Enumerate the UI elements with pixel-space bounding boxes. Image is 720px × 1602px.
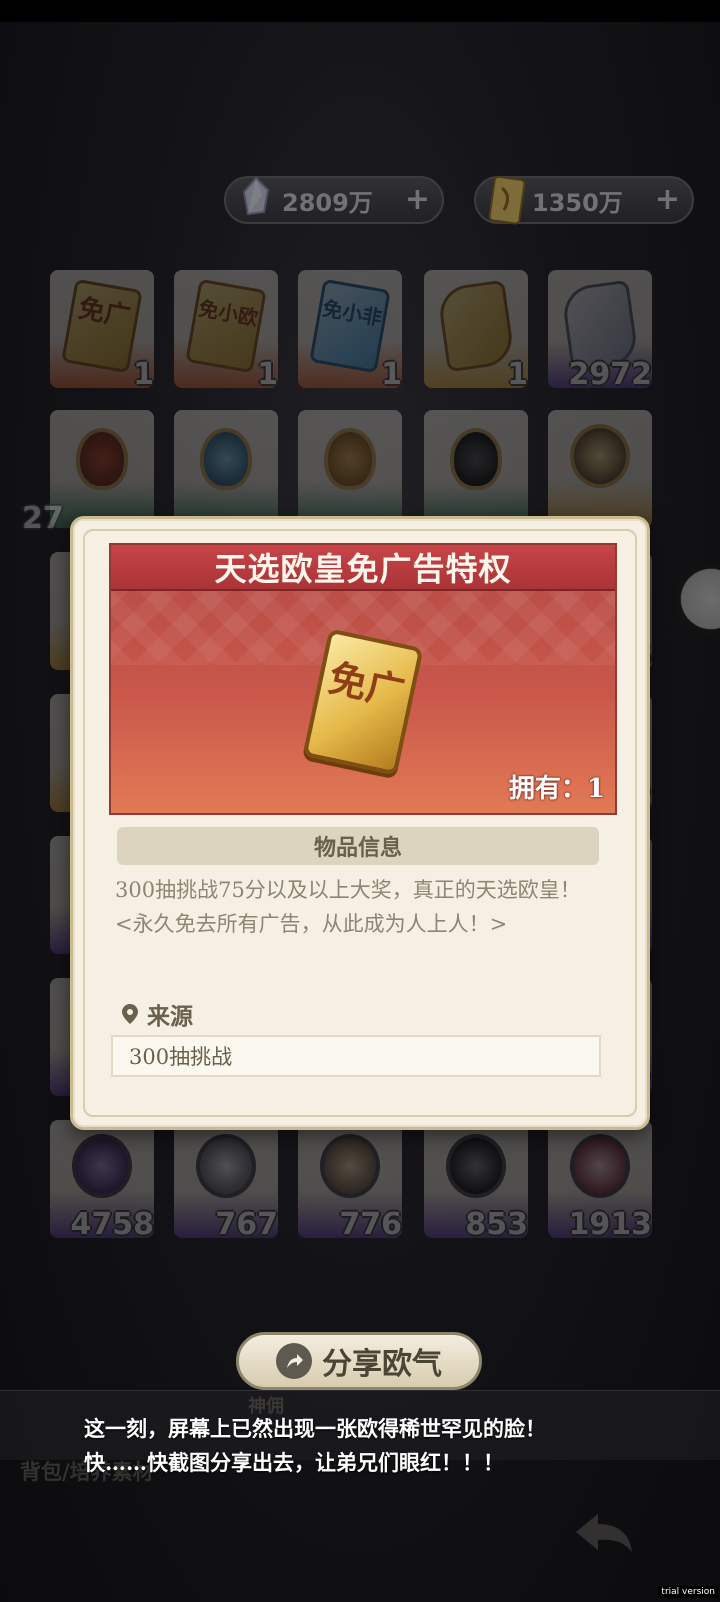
ticket-glyph: 免广	[324, 654, 409, 715]
source-header: 来源	[121, 997, 193, 1031]
source-value: 300抽挑战	[129, 1045, 233, 1069]
source-entry[interactable]: 300抽挑战	[111, 1035, 601, 1077]
item-detail-modal: 天选欧皇免广告特权 免广 拥有：1 物品信息 300抽挑战75分以及以上大奖，真…	[70, 516, 650, 1130]
item-info-title: 物品信息	[313, 835, 402, 861]
location-pin-icon	[122, 1004, 138, 1024]
description-line: 300抽挑战75分以及以上大奖，真正的天选欧皇！	[115, 878, 581, 902]
share-icon	[276, 1343, 312, 1379]
item-info-header: 物品信息	[117, 827, 599, 865]
modal-title-bar: 天选欧皇免广告特权	[111, 545, 615, 591]
trial-watermark: trial version	[658, 1586, 718, 1598]
status-bar	[0, 0, 720, 22]
share-button[interactable]: 分享欧气	[236, 1332, 482, 1390]
caption-line: 这一刻，屏幕上已然出现一张欧得稀世罕见的脸！	[84, 1416, 546, 1441]
share-button-label: 分享欧气	[322, 1347, 442, 1382]
owned-count: 拥有：1	[508, 774, 605, 804]
caption-line: 快……快截图分享出去，让弟兄们眼红！！！	[84, 1450, 504, 1475]
modal-title: 天选欧皇免广告特权	[214, 550, 512, 588]
share-caption: 这一刻，屏幕上已然出现一张欧得稀世罕见的脸！ 快……快截图分享出去，让弟兄们眼红…	[84, 1412, 694, 1480]
item-description: 300抽挑战75分以及以上大奖，真正的天选欧皇！ <永久免去所有广告，从此成为人…	[115, 873, 605, 941]
source-label: 来源	[147, 1003, 193, 1030]
description-line: <永久免去所有广告，从此成为人上人！>	[115, 912, 508, 936]
item-banner: 天选欧皇免广告特权 免广 拥有：1	[109, 543, 617, 815]
